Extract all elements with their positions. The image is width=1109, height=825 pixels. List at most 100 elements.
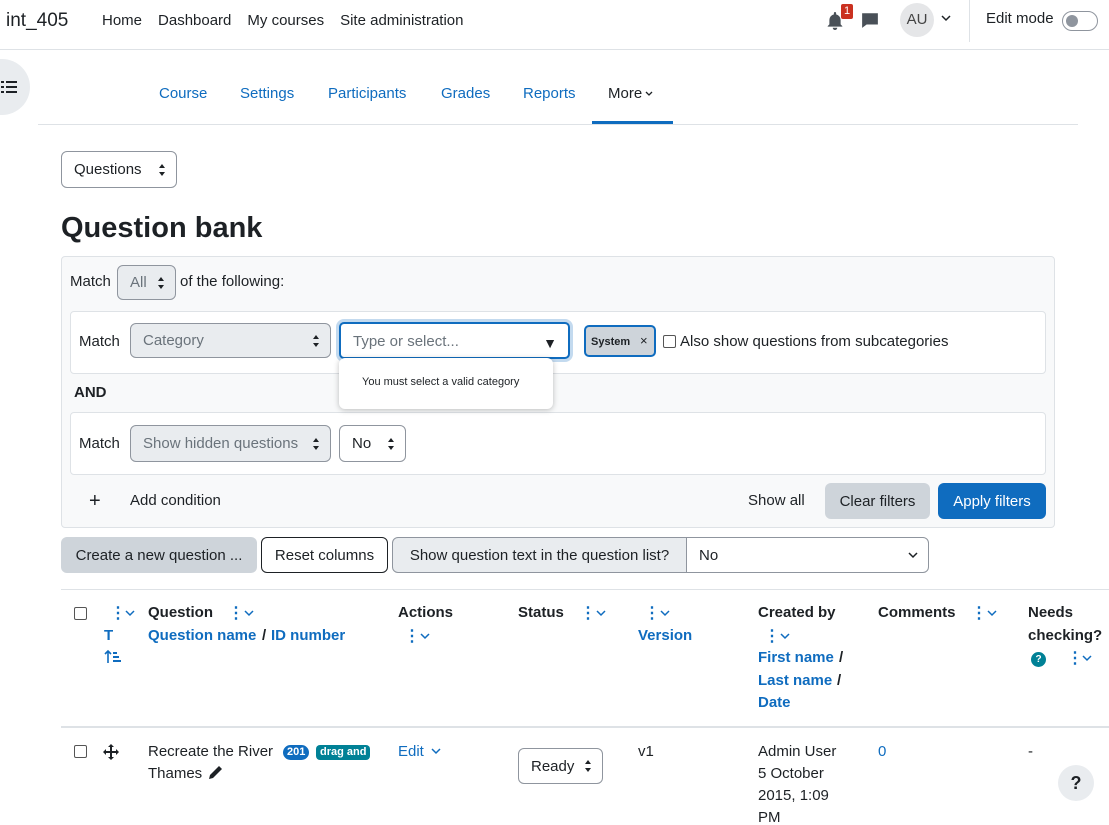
kebab-icon[interactable]: ⋮	[110, 603, 126, 623]
question-bank-navigation-select[interactable]: Questions	[61, 151, 177, 188]
kebab-icon[interactable]: ⋮	[764, 626, 780, 646]
tab-settings[interactable]: Settings	[240, 85, 294, 102]
site-name[interactable]: int_405	[6, 10, 68, 32]
status-column-header: Status	[518, 604, 564, 621]
show-question-text-select[interactable]: No	[686, 537, 929, 573]
hidden-questions-value-select[interactable]: No	[339, 425, 406, 462]
close-icon[interactable]: ×	[640, 333, 648, 348]
nav-home[interactable]: Home	[102, 12, 142, 29]
primary-navigation: Home Dashboard My courses Site administr…	[102, 12, 464, 29]
clear-filters-button[interactable]: Clear filters	[825, 483, 930, 519]
condition-type-value: Show hidden questions	[143, 435, 299, 452]
status-value: Ready	[531, 757, 575, 775]
sort-arrows-icon	[313, 437, 319, 450]
match-type-select[interactable]: All	[117, 265, 176, 300]
chevron-down-icon[interactable]	[244, 609, 254, 617]
needs-checking-header-line2: checking?	[1028, 627, 1103, 644]
first-name-sort[interactable]: First name	[758, 649, 834, 666]
question-type-badge: drag and	[316, 745, 370, 760]
date-sort[interactable]: Date	[758, 694, 791, 711]
chevron-down-icon[interactable]	[660, 609, 670, 617]
condition-match-label: Match	[79, 333, 120, 350]
list-icon	[1, 81, 17, 93]
chat-icon[interactable]	[861, 11, 879, 29]
pencil-icon[interactable]	[207, 765, 223, 781]
subcategories-checkbox[interactable]	[663, 335, 676, 348]
chevron-down-icon[interactable]	[431, 747, 441, 755]
top-navbar: int_405 Home Dashboard My courses Site a…	[0, 0, 1109, 50]
condition-type-select[interactable]: Show hidden questions	[130, 425, 331, 462]
add-condition-button[interactable]: Add condition	[130, 492, 221, 509]
kebab-icon[interactable]: ⋮	[404, 626, 420, 646]
validation-message: You must select a valid category	[362, 376, 520, 388]
apply-filters-button[interactable]: Apply filters	[938, 483, 1046, 519]
kebab-icon[interactable]: ⋮	[580, 603, 596, 623]
actions-column-header: Actions	[398, 604, 454, 621]
condition-type-select[interactable]: Category	[130, 323, 331, 358]
comments-count-link[interactable]: 0	[878, 743, 886, 760]
created-date-line1: 5 October	[758, 765, 824, 782]
category-autocomplete-input[interactable]: Type or select... ▼	[339, 322, 570, 359]
reset-columns-button[interactable]: Reset columns	[261, 537, 388, 573]
selected-category-chip: System ×	[584, 325, 656, 357]
chevron-down-icon[interactable]	[1082, 654, 1092, 662]
created-date-line3: PM	[758, 809, 781, 825]
chevron-down-icon[interactable]	[987, 609, 997, 617]
chip-label: System	[591, 336, 631, 348]
select-all-checkbox[interactable]	[74, 607, 87, 620]
tab-more[interactable]: More	[608, 85, 654, 102]
show-all-button[interactable]: Show all	[748, 492, 805, 509]
nav-dashboard[interactable]: Dashboard	[158, 12, 231, 29]
id-number-badge: 201	[283, 745, 310, 760]
sort-ascending-icon[interactable]	[104, 649, 122, 664]
chevron-down-icon[interactable]	[420, 632, 430, 640]
kebab-icon[interactable]: ⋮	[1067, 648, 1083, 668]
course-index-toggle[interactable]	[0, 59, 30, 115]
last-name-sort[interactable]: Last name	[758, 672, 832, 689]
chevron-down-icon[interactable]	[125, 609, 135, 617]
id-number-sort[interactable]: ID number	[271, 627, 345, 644]
subcategories-label: Also show questions from subcategories	[680, 333, 949, 350]
kebab-icon[interactable]: ⋮	[971, 603, 987, 623]
nav-my-courses[interactable]: My courses	[247, 12, 324, 29]
tab-course[interactable]: Course	[159, 85, 207, 102]
chevron-down-icon[interactable]	[780, 632, 790, 640]
table-top-border	[61, 589, 1109, 590]
needs-checking-value: -	[1028, 743, 1033, 760]
row-select-checkbox[interactable]	[74, 745, 87, 758]
version-sort[interactable]: Version	[638, 627, 692, 644]
tab-grades[interactable]: Grades	[441, 85, 490, 102]
help-button[interactable]: ?	[1058, 765, 1094, 801]
kebab-icon[interactable]: ⋮	[644, 603, 660, 623]
created-date-line2: 2015, 1:09	[758, 787, 829, 804]
sort-arrows-icon	[388, 437, 394, 450]
type-column-sort[interactable]: T	[104, 627, 113, 644]
table-header-divider	[61, 726, 1109, 728]
kebab-icon[interactable]: ⋮	[228, 603, 244, 623]
sort-arrows-icon	[313, 334, 319, 347]
tab-participants[interactable]: Participants	[328, 85, 406, 102]
create-new-question-button[interactable]: Create a new question ...	[61, 537, 257, 573]
status-select[interactable]: Ready	[518, 748, 603, 784]
edit-action-menu[interactable]: Edit	[398, 743, 424, 760]
chevron-down-icon[interactable]	[941, 13, 951, 23]
chevron-down-icon	[645, 91, 653, 96]
header-separator: /	[839, 649, 844, 666]
notification-count-badge: 1	[841, 4, 853, 19]
sort-arrows-icon	[159, 163, 165, 176]
comments-column-header: Comments	[878, 604, 956, 621]
tab-reports[interactable]: Reports	[523, 85, 576, 102]
edit-mode-toggle[interactable]	[1062, 11, 1098, 31]
nav-site-administration[interactable]: Site administration	[340, 12, 463, 29]
avatar[interactable]: AU	[900, 3, 934, 37]
move-icon[interactable]	[103, 744, 119, 760]
chevron-down-icon[interactable]	[596, 609, 606, 617]
created-by-name: Admin User	[758, 743, 837, 760]
category-input-placeholder: Type or select...	[353, 333, 459, 350]
help-icon[interactable]: ?	[1031, 652, 1046, 667]
header-separator: /	[837, 672, 842, 689]
dropdown-triangle-icon[interactable]: ▼	[543, 335, 557, 351]
question-name-sort[interactable]: Question name	[148, 627, 256, 644]
add-icon[interactable]: +	[89, 490, 101, 513]
needs-checking-header-line1: Needs	[1028, 604, 1074, 621]
